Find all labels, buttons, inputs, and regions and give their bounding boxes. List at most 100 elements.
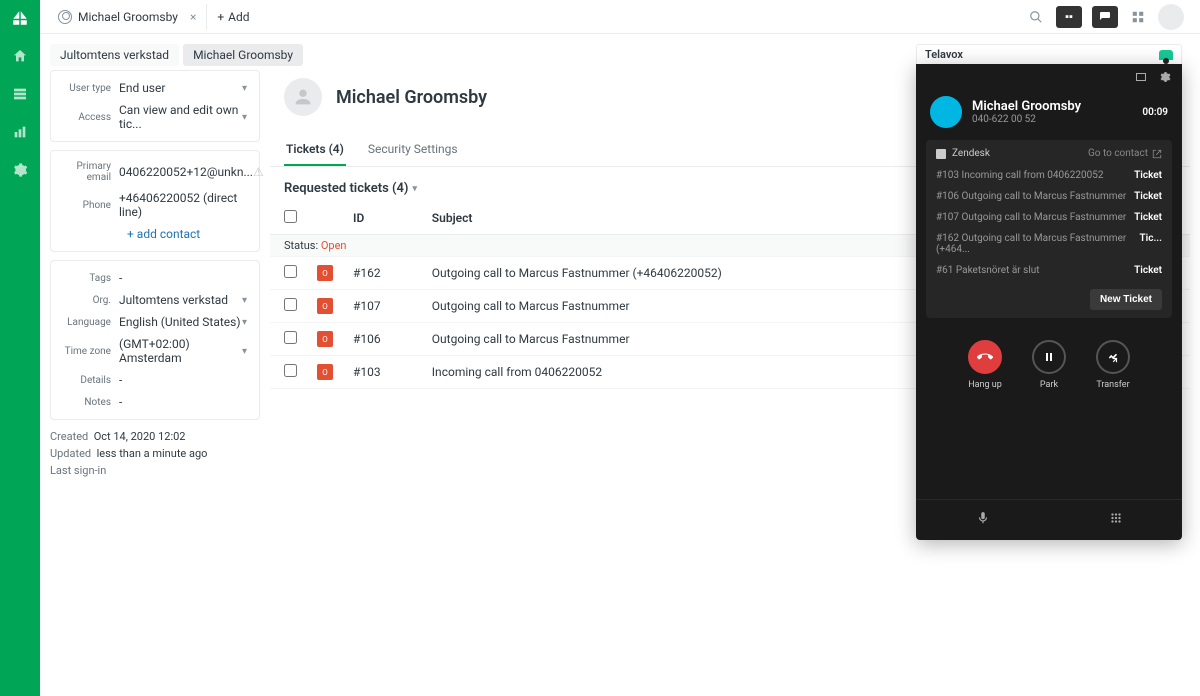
transfer-label: Transfer [1096,380,1129,390]
chevron-down-icon: ▾ [242,112,247,123]
ticket-status-icon: O [317,265,333,281]
email-value: 0406220052+12@unkn... [119,165,253,179]
zendesk-label: Zendesk [952,148,990,159]
tags-value[interactable]: - [119,271,122,285]
close-icon[interactable]: × [190,10,196,24]
phone-value: +46406220052 (direct line) [119,191,247,219]
ticket-status-icon: O [317,364,333,380]
telavox-panel: Michael Groomsby 040-622 00 52 00:09 Zen… [916,64,1182,540]
lang-label: Language [63,317,119,328]
ticket-id: #162 [343,257,422,290]
tz-select[interactable]: (GMT+02:00) Amsterdam▾ [119,337,247,365]
park-button[interactable]: Park [1032,340,1066,390]
apps-grid-icon[interactable] [1128,7,1148,27]
hangup-button[interactable]: Hang up [968,340,1002,390]
user-type-card: User type End user▾ Access Can view and … [50,70,260,142]
go-to-contact-link[interactable]: Go to contact [1088,148,1162,159]
attributes-card: Tags- Org.Jultomtens verkstad▾ LanguageE… [50,260,260,420]
caller-avatar [930,96,962,128]
created-meta: Created Oct 14, 2020 12:02 [50,428,260,445]
dialpad-icon[interactable] [1108,510,1124,526]
app-switch-1[interactable]: ▪▪ [1056,6,1082,28]
caller-name: Michael Groomsby [972,99,1081,114]
chevron-down-icon: ▾ [242,346,247,357]
user-type-label: User type [63,83,119,94]
col-id[interactable]: ID [343,202,422,235]
new-ticket-button[interactable]: New Ticket [1090,289,1162,310]
list-item[interactable]: #107 Outgoing call to Marcus FastnummerT… [936,207,1162,228]
row-checkbox[interactable] [284,298,297,311]
user-avatar[interactable] [1158,4,1184,30]
email-label: Primary email [63,161,119,183]
ticket-subject: Outgoing call to Marcus Fastnummer [422,290,935,323]
org-label: Org. [63,295,119,306]
list-item[interactable]: #162 Outgoing call to Marcus Fastnummer … [936,228,1162,260]
add-tab-button[interactable]: + Add [207,4,259,30]
telavox-brand: Telavox [925,48,963,61]
row-checkbox[interactable] [284,265,297,278]
hangup-label: Hang up [968,380,1002,390]
updated-meta: Updated less than a minute ago [50,445,260,462]
chevron-down-icon: ▾ [242,317,247,328]
ticket-id: #107 [343,290,422,323]
access-select[interactable]: Can view and edit own tic...▾ [119,103,247,131]
tab-title: Michael Groomsby [78,10,178,24]
mic-icon[interactable] [975,510,991,526]
telavox-topbar [916,64,1182,90]
tz-label: Time zone [63,346,119,357]
transfer-button[interactable]: Transfer [1096,340,1130,390]
nav-rail [0,0,40,696]
reports-icon[interactable] [10,122,30,142]
col-subject[interactable]: Subject [422,202,935,235]
user-type-select[interactable]: End user▾ [119,81,247,95]
ticket-subject: Outgoing call to Marcus Fastnummer [422,323,935,356]
tags-label: Tags [63,273,119,284]
row-checkbox[interactable] [284,364,297,377]
phone-label: Phone [63,200,119,211]
ticket-id: #103 [343,356,422,389]
views-icon[interactable] [10,84,30,104]
list-item[interactable]: #61 Paketsnöret är slutTicket [936,260,1162,281]
tab-tickets[interactable]: Tickets (4) [284,134,346,166]
user-details-panel: User type End user▾ Access Can view and … [50,70,260,479]
caller-number: 040-622 00 52 [972,114,1081,125]
app-switch-2[interactable] [1092,6,1118,28]
row-checkbox[interactable] [284,331,297,344]
chevron-down-icon: ▾ [242,83,247,94]
topbar-right: ▪▪ [1026,4,1192,30]
org-select[interactable]: Jultomtens verkstad▾ [119,293,247,307]
breadcrumb-item-0[interactable]: Jultomtens verkstad [50,44,179,66]
contact-card: Primary email 0406220052+12@unkn...⚠ Pho… [50,150,260,252]
access-label: Access [63,112,119,123]
warning-icon: ⚠ [253,165,264,179]
home-icon[interactable] [10,46,30,66]
breadcrumb-item-1[interactable]: Michael Groomsby [183,44,303,66]
ticket-status-icon: O [317,331,333,347]
notes-label: Notes [63,397,119,408]
list-item[interactable]: #106 Outgoing call to Marcus FastnummerT… [936,186,1162,207]
workspace-tab[interactable]: Michael Groomsby × [48,4,207,30]
add-contact-link[interactable]: + add contact [127,227,247,241]
zendesk-card-head: Zendesk Go to contact [936,148,1162,165]
admin-icon[interactable] [10,160,30,180]
details-label: Details [63,375,119,386]
tab-security[interactable]: Security Settings [366,134,460,166]
park-label: Park [1040,380,1058,390]
profile-avatar [284,78,322,116]
list-item[interactable]: #103 Incoming call from 0406220052Ticket [936,165,1162,186]
details-value[interactable]: - [119,373,122,387]
person-icon [58,10,72,24]
app-logo[interactable] [10,8,30,28]
lang-select[interactable]: English (United States)▾ [119,315,247,329]
gear-icon[interactable] [1158,70,1172,84]
telavox-bottom-bar [916,499,1182,540]
expand-icon[interactable] [1134,70,1148,84]
zendesk-card: Zendesk Go to contact #103 Incoming call… [926,140,1172,318]
telavox-header[interactable]: Telavox [916,44,1182,64]
select-all-checkbox[interactable] [284,210,297,223]
notes-value[interactable]: - [119,395,122,409]
plus-icon: + [217,10,224,24]
chevron-down-icon: ▾ [242,295,247,306]
search-icon[interactable] [1026,7,1046,27]
add-label: Add [228,10,249,24]
